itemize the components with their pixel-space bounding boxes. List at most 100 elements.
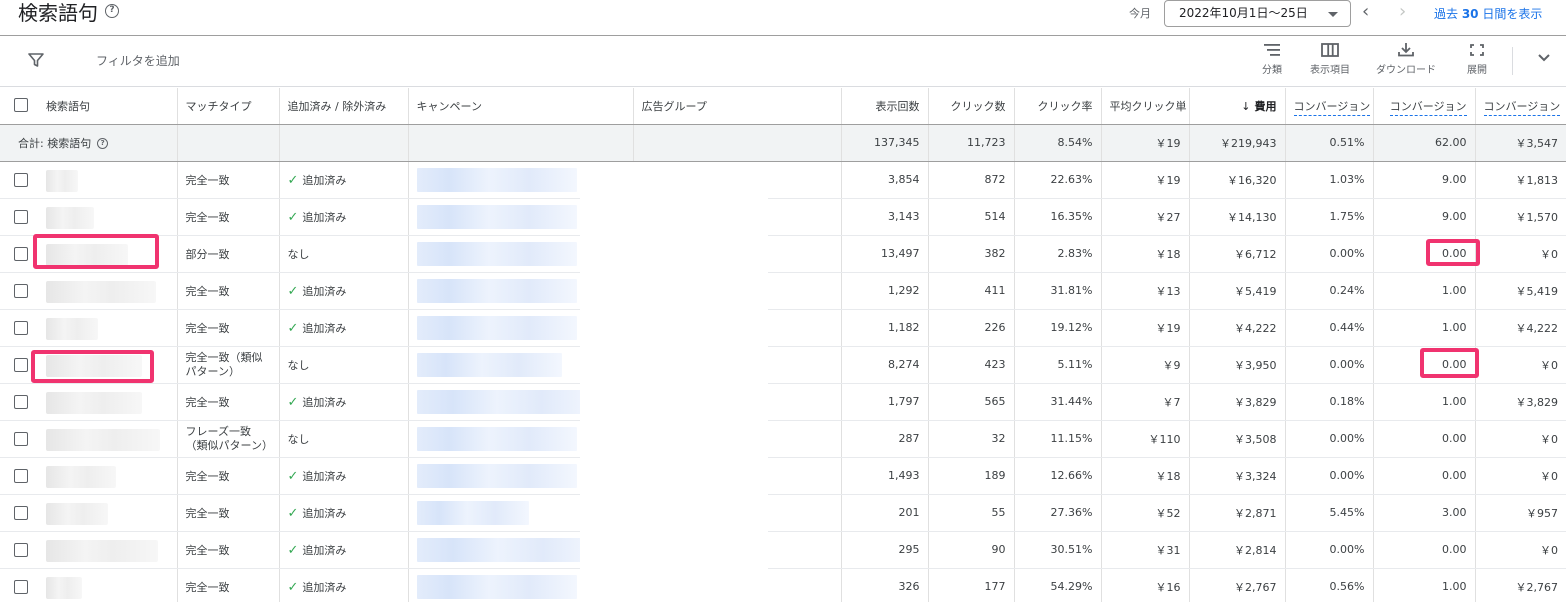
select-all-checkbox[interactable] xyxy=(14,98,28,112)
redacted-campaign xyxy=(416,500,529,525)
avg-cpc-cell: ￥7 xyxy=(1101,383,1190,421)
column-ad-group[interactable]: 広告グループ xyxy=(633,88,842,125)
impressions-cell: 326 xyxy=(841,568,929,602)
column-cost[interactable]: ↓ 費用 xyxy=(1189,88,1286,125)
column-cost-per-conv[interactable]: コンバージョン xyxy=(1475,88,1566,125)
redacted-campaign xyxy=(416,204,577,229)
cost-cell: ￥6,712 xyxy=(1189,235,1286,273)
conv-rate-cell: 0.00% xyxy=(1285,457,1374,495)
table-row[interactable]: 完全一致 ✓ 追加済み 1,797 565 31.44% ￥7 ￥3,829 0.18% 1.00… xyxy=(0,383,1566,421)
download-button[interactable]: ダウンロード xyxy=(1376,43,1436,76)
check-icon: ✓ xyxy=(287,394,299,410)
cost-cell: ￥3,829 xyxy=(1189,383,1286,421)
table-row[interactable]: 完全一致 ✓ 追加済み 1,182 226 19.12% ￥19 ￥4,222 0.44% 1.0… xyxy=(0,309,1566,347)
past-period-link[interactable]: 過去 30 日間を表示 xyxy=(1434,5,1542,22)
row-checkbox[interactable] xyxy=(14,283,28,298)
table-row[interactable]: 完全一致 ✓ 追加済み 201 55 27.36% ￥52 ￥2,871 5.45% 3.00 ￥9… xyxy=(0,494,1566,532)
column-campaign[interactable]: キャンペーン xyxy=(408,88,634,125)
added-status-label: なし xyxy=(287,247,310,261)
chevron-down-icon[interactable] xyxy=(1537,53,1551,63)
added-status-label: 追加済み xyxy=(302,580,347,594)
added-status-label: なし xyxy=(287,432,310,446)
row-checkbox[interactable] xyxy=(14,468,28,483)
segment-button[interactable]: 分類 xyxy=(1262,43,1282,76)
row-checkbox[interactable] xyxy=(14,172,28,187)
column-clicks[interactable]: クリック数 xyxy=(928,88,1015,125)
search-term-cell xyxy=(0,457,178,495)
match-type-cell: 完全一致（類似パターン） xyxy=(177,346,280,384)
table-row[interactable]: 部分一致 なし 13,497 382 2.83% ￥18 ￥6,712 0.00% 0.00 ￥0 xyxy=(0,235,1566,273)
column-ctr[interactable]: クリック率 xyxy=(1014,88,1102,125)
column-impressions[interactable]: 表示回数 xyxy=(841,88,929,125)
filter-icon[interactable] xyxy=(28,52,44,68)
total-label-cell: 合計: 検索語句? xyxy=(0,124,178,162)
search-term-cell xyxy=(0,161,178,199)
cost-cell: ￥3,508 xyxy=(1189,420,1286,458)
help-icon[interactable]: ? xyxy=(97,138,109,149)
row-checkbox[interactable] xyxy=(14,394,28,409)
cost-per-conv-cell: ￥0 xyxy=(1475,457,1566,495)
top-bar: 検索語句 ? 今月 2022年10月1日〜25日 ‹ › 過去 30 日間を表示 xyxy=(0,0,1566,36)
row-checkbox[interactable] xyxy=(14,357,28,372)
chevron-left-icon[interactable]: ‹ xyxy=(1362,3,1369,21)
ctr-cell: 19.12% xyxy=(1014,309,1102,347)
row-checkbox[interactable] xyxy=(14,505,28,520)
help-icon[interactable]: ? xyxy=(105,4,119,18)
column-label: 費用 xyxy=(1254,99,1277,113)
redacted-campaign xyxy=(416,574,577,599)
redacted-search-term xyxy=(46,502,108,525)
added-status-label: なし xyxy=(287,358,310,372)
total-conv-rate: 0.51% xyxy=(1285,124,1374,162)
column-match-type[interactable]: マッチタイプ xyxy=(177,88,280,125)
table-toolbar: フィルタを追加 分類 表示項目 ダウンロード 展開 xyxy=(0,37,1566,87)
add-filter-button[interactable]: フィルタを追加 xyxy=(96,52,180,69)
redacted-search-term xyxy=(46,317,98,340)
table-row[interactable]: 完全一致 ✓ 追加済み 1,292 411 31.81% ￥13 ￥5,419 0.24% 1.0… xyxy=(0,272,1566,310)
row-checkbox[interactable] xyxy=(14,246,28,261)
column-label: コンバージョン xyxy=(1389,99,1467,116)
redacted-search-term xyxy=(46,391,142,414)
date-range-select[interactable]: 2022年10月1日〜25日 xyxy=(1164,0,1351,27)
redacted-campaign xyxy=(416,389,595,414)
column-conversions[interactable]: コンバージョン xyxy=(1373,88,1476,125)
redacted-campaign xyxy=(416,278,577,303)
column-search-term[interactable]: 検索語句 xyxy=(0,88,178,125)
ctr-cell: 22.63% xyxy=(1014,161,1102,199)
row-checkbox[interactable] xyxy=(14,320,28,335)
search-term-cell xyxy=(0,568,178,602)
cost-per-conv-cell: ￥2,767 xyxy=(1475,568,1566,602)
columns-button[interactable]: 表示項目 xyxy=(1310,43,1350,76)
search-term-cell xyxy=(0,420,178,458)
row-checkbox[interactable] xyxy=(14,431,28,446)
row-checkbox[interactable] xyxy=(14,542,28,557)
row-checkbox[interactable] xyxy=(14,209,28,224)
column-avg-cpc[interactable]: 平均クリック単 xyxy=(1101,88,1190,125)
table-row[interactable]: 完全一致（類似パターン） なし 8,274 423 5.11% ￥9 ￥3,950 0.00%… xyxy=(0,346,1566,384)
column-conv-rate[interactable]: コンバージョン xyxy=(1285,88,1374,125)
match-type-cell: 完全一致 xyxy=(177,383,280,421)
redacted-campaign xyxy=(416,315,577,340)
table-row[interactable]: 完全一致 ✓ 追加済み 326 177 54.29% ￥16 ￥2,767 0.56% 1.00 ￥… xyxy=(0,568,1566,602)
cost-cell: ￥16,320 xyxy=(1189,161,1286,199)
table-row[interactable]: 完全一致 ✓ 追加済み 3,143 514 16.35% ￥27 ￥14,130 1.75% 9.… xyxy=(0,198,1566,236)
column-added-excluded[interactable]: 追加済み / 除外済み xyxy=(279,88,409,125)
column-label: コンバージョン xyxy=(1293,99,1371,116)
redacted-campaign xyxy=(416,463,577,488)
search-terms-table: 検索語句 マッチタイプ 追加済み / 除外済み キャンペーン 広告グループ 表示… xyxy=(0,88,1566,602)
redacted-campaign xyxy=(416,352,562,377)
impressions-cell: 1,493 xyxy=(841,457,929,495)
table-row[interactable]: フレーズ一致（類似パターン） なし 287 32 11.15% ￥110 ￥3,508 0.0… xyxy=(0,420,1566,458)
download-icon xyxy=(1398,43,1414,57)
conv-rate-cell: 0.00% xyxy=(1285,531,1374,569)
avg-cpc-cell: ￥16 xyxy=(1101,568,1190,602)
added-status-cell: ✓ 追加済み xyxy=(279,309,409,347)
table-row[interactable]: 完全一致 ✓ 追加済み 295 90 30.51% ￥31 ￥2,814 0.00% 0.00 ￥0 xyxy=(0,531,1566,569)
table-row[interactable]: 完全一致 ✓ 追加済み 3,854 872 22.63% ￥19 ￥16,320 1.03% 9.… xyxy=(0,161,1566,199)
table-row[interactable]: 完全一致 ✓ 追加済み 1,493 189 12.66% ￥18 ￥3,324 0.00% 0.0… xyxy=(0,457,1566,495)
added-status-label: 追加済み xyxy=(302,543,347,557)
impressions-cell: 3,854 xyxy=(841,161,929,199)
clicks-cell: 90 xyxy=(928,531,1015,569)
avg-cpc-cell: ￥27 xyxy=(1101,198,1190,236)
expand-button[interactable]: 展開 xyxy=(1467,43,1487,76)
row-checkbox[interactable] xyxy=(14,579,28,594)
